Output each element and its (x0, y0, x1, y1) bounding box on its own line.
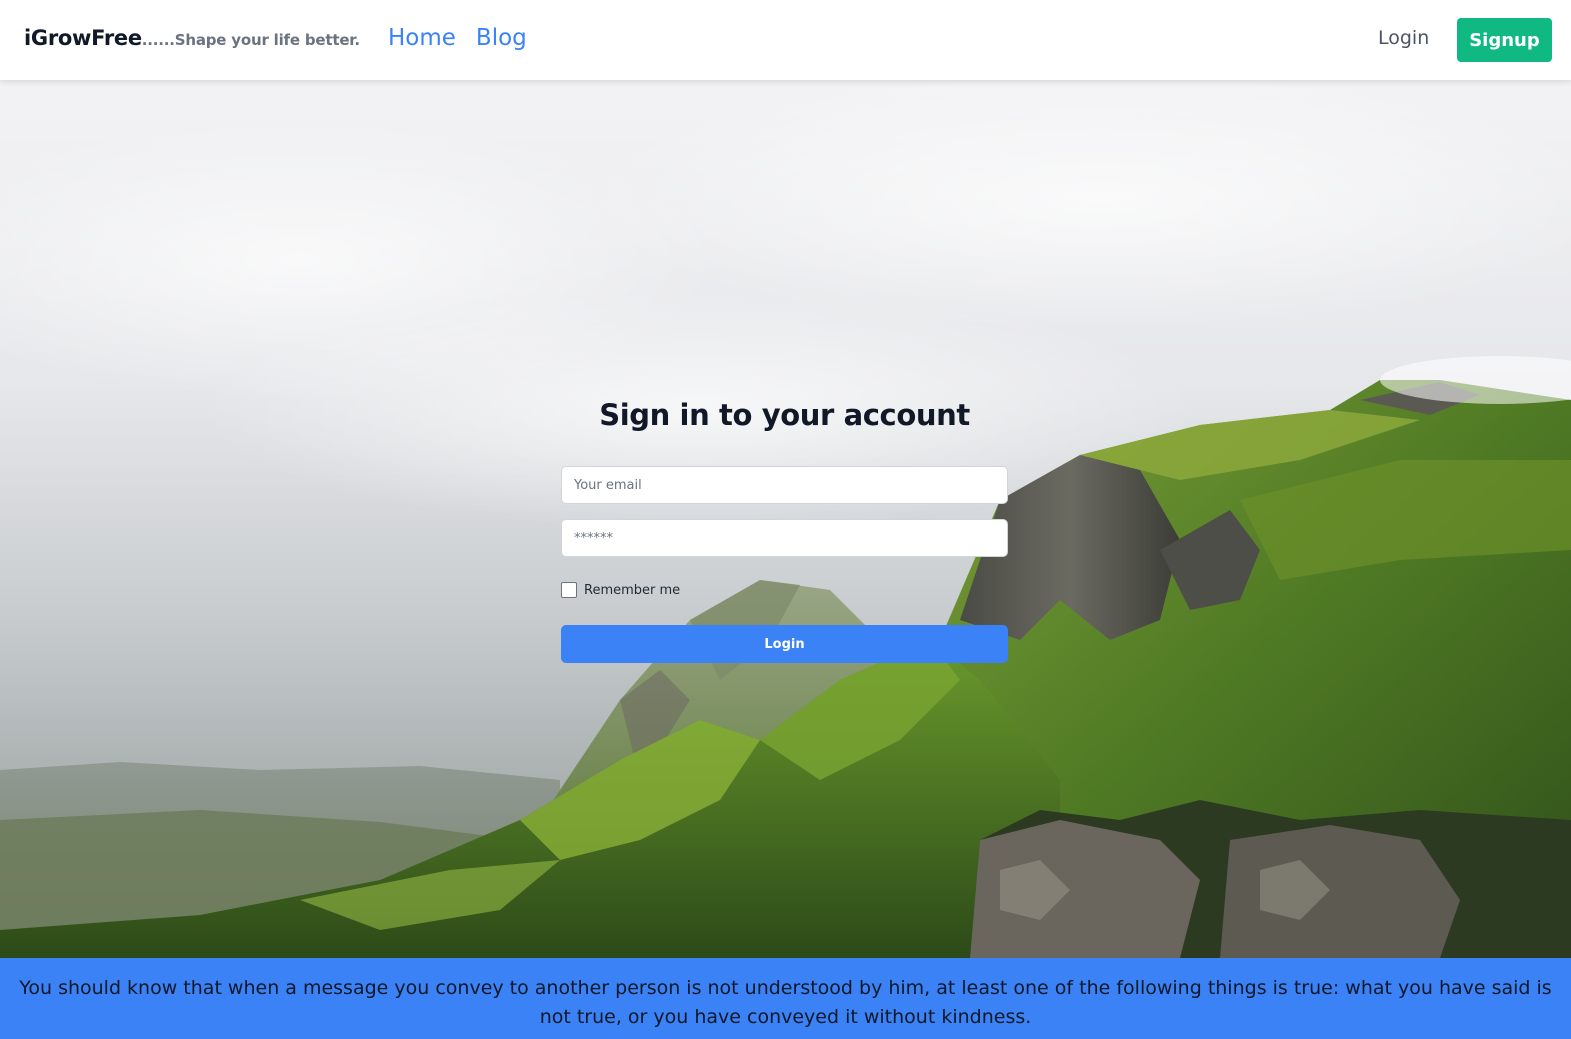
main-nav: Home Blog (388, 25, 527, 51)
nav-link-blog[interactable]: Blog (476, 25, 527, 51)
brand-name: iGrowFree (24, 26, 142, 50)
brand-tagline: ......Shape your life better. (141, 31, 360, 49)
login-submit-button[interactable]: Login (561, 625, 1008, 663)
remember-me-label: Remember me (584, 582, 681, 598)
signup-button[interactable]: Signup (1457, 18, 1552, 62)
email-field[interactable] (561, 466, 1008, 504)
header-login-link[interactable]: Login (1378, 27, 1429, 49)
password-field[interactable] (561, 519, 1008, 557)
quote-text: You should know that when a message you … (19, 977, 1552, 1028)
top-navbar: iGrowFree ......Shape your life better. … (0, 0, 1571, 80)
quote-banner: You should know that when a message you … (0, 958, 1571, 1039)
remember-me-checkbox[interactable] (561, 582, 577, 598)
brand-logo[interactable]: iGrowFree ......Shape your life better. (24, 26, 360, 50)
nav-link-home[interactable]: Home (388, 25, 456, 51)
form-title: Sign in to your account (599, 398, 970, 432)
remember-me-row: Remember me (561, 582, 680, 598)
